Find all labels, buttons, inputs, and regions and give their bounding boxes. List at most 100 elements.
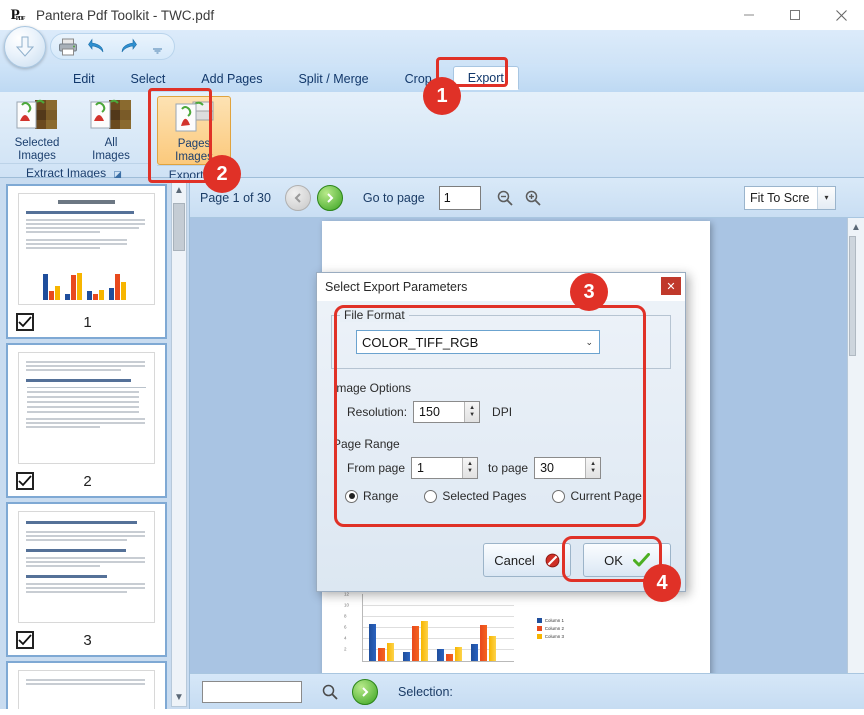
tab-select[interactable]: Select — [116, 67, 181, 90]
tab-add-pages[interactable]: Add Pages — [186, 67, 277, 90]
zoom-out-button[interactable] — [491, 185, 519, 211]
thumbnail-page-4[interactable]: 4 — [6, 661, 167, 709]
thumbnail-scroll-up-icon[interactable]: ▲ — [172, 181, 186, 199]
radio-range-circle[interactable] — [345, 489, 358, 503]
radio-range[interactable]: Range — [345, 489, 398, 503]
spin-down-icon[interactable]: ▼ — [469, 412, 475, 419]
search-icon[interactable] — [316, 679, 344, 705]
chevron-down-icon[interactable]: ▾ — [817, 186, 835, 209]
thumb-text-line — [26, 219, 145, 221]
thumbnail-page-1[interactable]: 1 — [6, 184, 167, 339]
print-icon[interactable] — [58, 38, 78, 61]
file-format-value: COLOR_TIFF_RGB — [362, 334, 479, 350]
dialog-close-button[interactable]: ✕ — [661, 277, 681, 295]
thumbnail-page-3[interactable]: 3 — [6, 502, 167, 657]
previous-page-button[interactable] — [284, 184, 311, 211]
resolution-row: Resolution: ▲ ▼ DPI — [347, 401, 671, 423]
radio-current-page-circle[interactable] — [552, 489, 566, 503]
application-menu-orb-button[interactable] — [4, 26, 46, 68]
thumbnail-preview-1 — [18, 193, 155, 305]
resolution-input[interactable] — [414, 402, 465, 422]
file-format-select[interactable]: COLOR_TIFF_RGB ⌄ — [356, 330, 600, 354]
to-page-input[interactable] — [535, 458, 586, 478]
thumbnail-checkbox-1[interactable] — [16, 313, 34, 331]
thumb-head-line — [26, 549, 126, 552]
viewer-scroll-thumb[interactable] — [849, 236, 856, 356]
thumbnail-preview-4 — [18, 670, 155, 709]
spin-up-icon[interactable]: ▲ — [469, 405, 475, 412]
chart-bar-group — [403, 594, 430, 661]
find-input[interactable] — [202, 680, 302, 703]
chart-legend-item: Column 3 — [536, 634, 564, 639]
spin-up-icon[interactable]: ▲ — [590, 461, 596, 468]
app-logo-sub: PDF — [15, 16, 26, 22]
from-page-input[interactable] — [412, 458, 463, 478]
thumb-text-line — [26, 591, 128, 593]
spin-down-icon[interactable]: ▼ — [467, 468, 473, 475]
dialog-title-bar[interactable]: Select Export Parameters ✕ — [317, 273, 685, 301]
thumbnail-scroll-down-icon[interactable]: ▼ — [172, 688, 186, 706]
chart-bar-group — [369, 594, 396, 661]
tab-export[interactable]: Export — [452, 66, 519, 90]
export-parameters-dialog[interactable]: Select Export Parameters ✕ File Format C… — [316, 272, 686, 592]
close-button[interactable] — [818, 0, 864, 30]
thumbnail-checkbox-3[interactable] — [16, 631, 34, 649]
thumb-text-line — [26, 531, 145, 533]
thumbnail-scroll-thumb[interactable] — [173, 203, 185, 251]
callout-badge-2: 2 — [203, 155, 241, 193]
chart-plot-area — [362, 594, 514, 662]
thumb-text-line — [26, 247, 101, 249]
thumb-text-line — [26, 683, 145, 685]
selected-images-button[interactable]: Selected Images — [0, 96, 74, 163]
quick-access-toolbar — [0, 30, 864, 64]
chart-ytick: 10 — [344, 602, 350, 608]
maximize-button[interactable] — [772, 0, 818, 30]
viewer-scrollbar[interactable]: ▲ — [847, 218, 864, 673]
thumb-text-line — [26, 422, 145, 424]
radio-current-page[interactable]: Current Page — [552, 489, 642, 503]
radio-selected-pages-circle[interactable] — [424, 489, 438, 503]
thumbnail-number-2: 2 — [83, 472, 92, 490]
chart-ytick: 6 — [344, 624, 347, 630]
redo-icon[interactable] — [118, 38, 137, 61]
to-page-spinner[interactable]: ▲ ▼ — [534, 457, 602, 479]
chevron-down-icon[interactable]: ⌄ — [585, 337, 593, 348]
thumb-text-line — [26, 231, 101, 233]
resolution-spin-buttons[interactable]: ▲ ▼ — [464, 402, 480, 422]
chart-legend-item: Column 1 — [536, 618, 564, 623]
from-page-spinner[interactable]: ▲ ▼ — [411, 457, 479, 479]
tab-split-merge[interactable]: Split / Merge — [283, 67, 383, 90]
thumb-text-line — [26, 679, 145, 681]
from-page-spin-buttons[interactable]: ▲ ▼ — [462, 458, 478, 478]
spin-down-icon[interactable]: ▼ — [590, 468, 596, 475]
chart-bar-group — [437, 594, 464, 661]
window-controls — [726, 0, 864, 30]
from-page-label: From page — [347, 461, 406, 475]
thumbnail-footer-3: 3 — [8, 623, 165, 657]
minimize-button[interactable] — [726, 0, 772, 30]
thumbnail-panel[interactable]: 1 2 3 ▲ ▼ — [0, 178, 190, 709]
undo-icon[interactable] — [88, 38, 107, 61]
chevron-down-icon[interactable] — [152, 42, 163, 60]
all-images-button[interactable]: All Images — [74, 96, 148, 163]
cancel-button[interactable]: Cancel — [483, 543, 571, 577]
chart-ytick: 12 — [344, 591, 350, 597]
resolution-spinner[interactable]: ▲ ▼ — [413, 401, 481, 423]
thumbnail-scrollbar[interactable]: ▲ ▼ — [171, 180, 187, 707]
tab-edit[interactable]: Edit — [58, 67, 110, 90]
viewer-scroll-up-icon[interactable]: ▲ — [848, 218, 864, 236]
ok-button-label: OK — [604, 552, 623, 568]
zoom-level-value: Fit To Scre — [750, 190, 810, 205]
zoom-level-select[interactable]: Fit To Scre ▾ — [744, 185, 836, 210]
find-next-button[interactable] — [352, 678, 378, 705]
thumbnail-checkbox-2[interactable] — [16, 472, 34, 490]
to-page-spin-buttons[interactable]: ▲ ▼ — [585, 458, 601, 478]
radio-selected-pages[interactable]: Selected Pages — [424, 489, 526, 503]
zoom-in-button[interactable] — [519, 185, 547, 211]
goto-page-input[interactable] — [438, 185, 481, 210]
thumbnail-page-2[interactable]: 2 — [6, 343, 167, 498]
next-page-button[interactable] — [316, 184, 343, 211]
spin-up-icon[interactable]: ▲ — [467, 461, 473, 468]
selection-label: Selection: — [398, 684, 453, 699]
radio-selected-pages-label: Selected Pages — [442, 489, 527, 503]
